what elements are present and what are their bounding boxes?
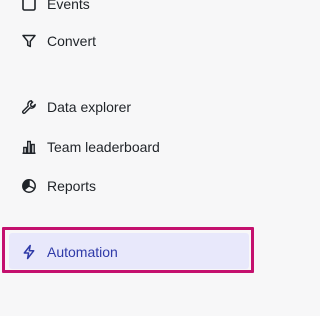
sidebar-item-label: Automation bbox=[47, 244, 118, 260]
pie-chart-icon bbox=[20, 177, 38, 195]
sidebar-item-label: Data explorer bbox=[47, 99, 132, 115]
sidebar-item-automation[interactable]: Automation bbox=[0, 234, 282, 270]
sidebar-item-convert[interactable]: Convert bbox=[0, 23, 282, 59]
sidebar-item-label: Convert bbox=[47, 33, 97, 49]
filter-funnel-icon bbox=[20, 32, 38, 50]
sidebar-item-events[interactable]: Events bbox=[0, 0, 282, 22]
sidebar-item-team-leaderboard[interactable]: Team leaderboard bbox=[0, 129, 282, 165]
square-icon bbox=[20, 0, 38, 13]
sidebar-item-reports[interactable]: Reports bbox=[0, 168, 282, 204]
sidebar-item-label: Events bbox=[47, 0, 90, 12]
sidebar-item-label: Reports bbox=[47, 178, 97, 194]
wrench-icon bbox=[20, 98, 38, 116]
sidebar-item-data-explorer[interactable]: Data explorer bbox=[0, 89, 282, 125]
lightning-bolt-icon bbox=[20, 243, 38, 261]
bar-chart-icon bbox=[20, 138, 38, 156]
sidebar-item-label: Team leaderboard bbox=[47, 139, 160, 155]
